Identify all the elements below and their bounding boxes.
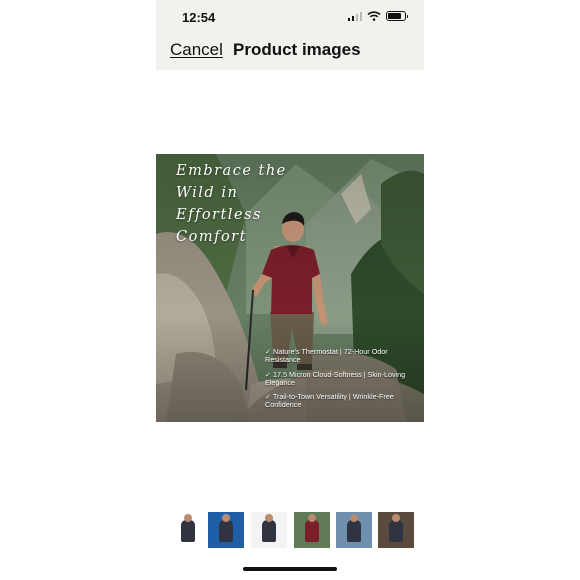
feature-item: ✓ Trail-to-Town Versatility | Wrinkle-Fr… (265, 392, 394, 410)
page-title: Product images (233, 40, 361, 59)
home-indicator (243, 567, 337, 571)
thumb-model-front[interactable] (170, 512, 206, 548)
thumb-figure (389, 520, 403, 542)
headline-line: Wild in (176, 185, 239, 201)
hero-headline: Embrace the Wild in Effortless Comfort (176, 160, 306, 248)
status-icons (347, 11, 408, 21)
thumb-figure-head (308, 514, 316, 522)
main-product-image[interactable]: Embrace the Wild in Effortless Comfort ✓… (156, 154, 424, 422)
thumbnail-strip (156, 512, 424, 548)
thumb-figure-head (265, 514, 273, 522)
thumb-feature-infographic[interactable] (208, 512, 244, 548)
thumb-figure (305, 520, 319, 542)
thumb-figure-head (222, 514, 230, 522)
thumb-figure-head (392, 514, 400, 522)
headline-line: Effortless (176, 207, 262, 223)
cellular-signal-icon (347, 11, 362, 21)
thumb-seated-lifestyle[interactable] (378, 512, 414, 548)
feature-item: ✓ 17.5 Micron Cloud-Softness | Skin-Lovi… (265, 369, 406, 387)
thumb-figure (219, 520, 233, 542)
thumb-figure-head (350, 514, 358, 522)
headline-line: Embrace the (176, 163, 287, 179)
wifi-icon (367, 11, 381, 21)
thumb-figure (262, 520, 276, 542)
thumb-figure (347, 520, 361, 542)
battery-icon (386, 11, 408, 21)
feature-list: ✓ Nature’s Thermostat | 72-Hour Odor Res… (265, 347, 421, 416)
thumb-outdoor-portrait[interactable] (336, 512, 372, 548)
headline-line: Comfort (176, 229, 247, 245)
thumb-hiking-scene[interactable] (294, 512, 330, 548)
thumb-figure-head (184, 514, 192, 522)
status-time: 12:54 (182, 10, 216, 25)
feature-item: ✓ Nature’s Thermostat | 72-Hour Odor Res… (265, 347, 388, 365)
cancel-button[interactable]: Cancel (170, 40, 223, 60)
header-bar: 12:54 Cancel Product images (156, 0, 424, 70)
phone-screen: 12:54 Cancel Product images Embrace the … (156, 0, 424, 580)
thumb-model-with-badge[interactable] (251, 512, 287, 548)
thumb-figure (181, 520, 195, 542)
